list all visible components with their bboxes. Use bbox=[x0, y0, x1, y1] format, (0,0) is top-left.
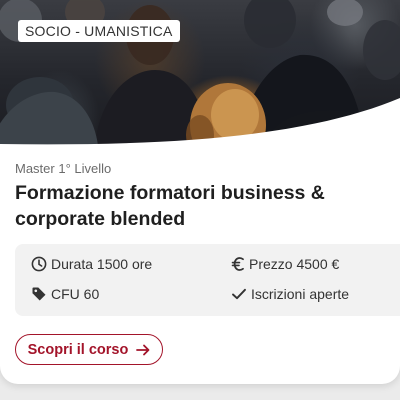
credits-detail: CFU 60 bbox=[31, 286, 99, 302]
course-hero-image: SOCIO - UMANISTICA bbox=[0, 0, 400, 146]
discover-course-button[interactable]: Scopri il corso bbox=[15, 334, 163, 365]
euro-icon bbox=[231, 257, 244, 271]
course-title[interactable]: Formazione formatori business & corporat… bbox=[15, 180, 395, 232]
price-detail: Prezzo 4500 € bbox=[231, 256, 339, 272]
check-icon bbox=[232, 288, 246, 300]
duration-text: Durata 1500 ore bbox=[51, 256, 153, 272]
course-level: Master 1° Livello bbox=[15, 161, 112, 176]
discover-course-label: Scopri il corso bbox=[27, 341, 129, 358]
category-tag: SOCIO - UMANISTICA bbox=[18, 20, 180, 42]
enrollment-detail: Iscrizioni aperte bbox=[231, 286, 349, 302]
course-details-panel: Durata 1500 ore Prezzo 4500 € CFU 60 Isc… bbox=[15, 244, 400, 316]
price-text: Prezzo 4500 € bbox=[249, 256, 340, 272]
duration-detail: Durata 1500 ore bbox=[31, 256, 152, 272]
arrow-right-icon bbox=[136, 344, 150, 355]
clock-icon bbox=[31, 256, 47, 272]
tag-icon bbox=[32, 287, 46, 301]
credits-text: CFU 60 bbox=[51, 286, 100, 302]
enrollment-text: Iscrizioni aperte bbox=[251, 286, 350, 302]
course-card[interactable]: SOCIO - UMANISTICA Master 1° Livello For… bbox=[0, 0, 400, 384]
